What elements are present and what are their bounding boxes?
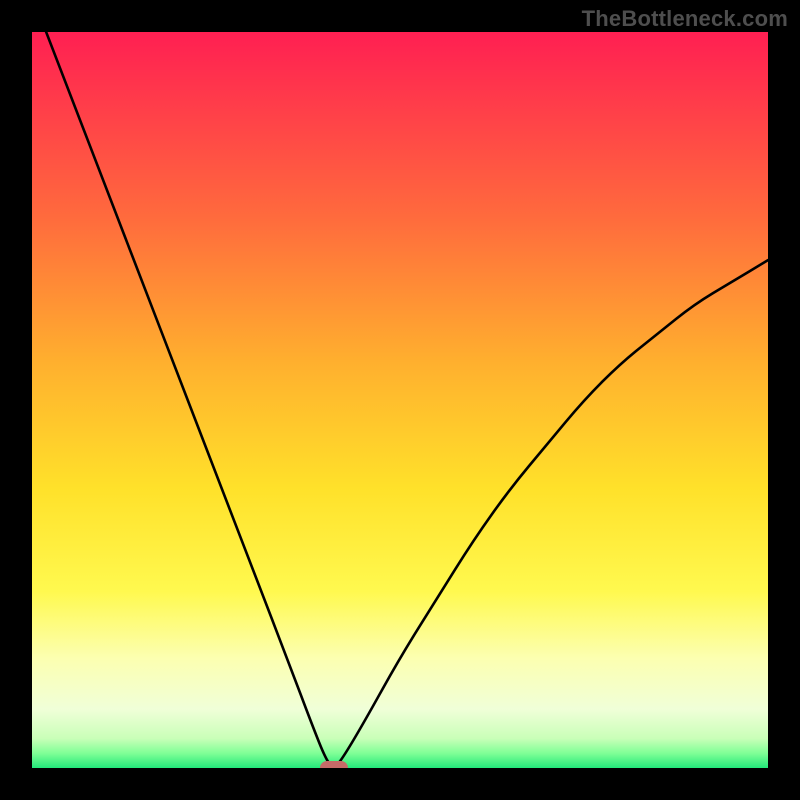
chart-frame: TheBottleneck.com [0, 0, 800, 800]
minimum-marker [320, 761, 348, 768]
plot-area [32, 32, 768, 768]
watermark-text: TheBottleneck.com [582, 6, 788, 32]
bottleneck-curve [32, 32, 768, 768]
